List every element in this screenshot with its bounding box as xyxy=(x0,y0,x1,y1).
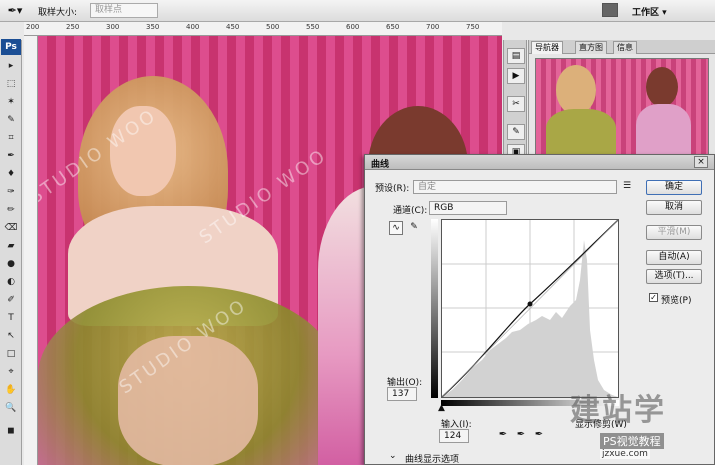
type-tool-icon[interactable]: T xyxy=(2,312,20,325)
tab-info[interactable]: 信息 xyxy=(613,41,637,54)
path-selection-icon[interactable]: ↖ xyxy=(2,330,20,343)
smooth-button[interactable]: 平滑(M) xyxy=(646,225,702,240)
dialog-titlebar[interactable]: 曲线 × xyxy=(365,155,714,170)
curves-graph[interactable] xyxy=(441,219,619,398)
cancel-button[interactable]: 取消 xyxy=(646,200,702,215)
black-point-slider-icon[interactable]: ▲ xyxy=(438,403,445,413)
preview-checkbox[interactable]: ✓ xyxy=(649,293,658,302)
dialog-title: 曲线 xyxy=(371,160,390,170)
options-button[interactable]: 选项(T)... xyxy=(646,269,702,284)
dodge-tool-icon[interactable]: ◐ xyxy=(2,276,20,289)
panel-icon-tools[interactable]: ✂ xyxy=(507,96,525,112)
curve-edit-icon[interactable]: ∿ xyxy=(389,221,403,235)
output-field[interactable]: 137 xyxy=(387,387,417,401)
navigator-tab-bar: 导航器 直方图 信息 xyxy=(529,40,715,54)
sample-size-label: 取样大小: xyxy=(38,8,78,18)
tab-navigator[interactable]: 导航器 xyxy=(531,41,563,54)
eyedropper-tool-icon[interactable]: ✒▾ xyxy=(4,3,26,19)
brand-url: jzxue.com xyxy=(600,449,650,459)
blur-tool-icon[interactable]: ● xyxy=(2,258,20,271)
panel-icon-brush[interactable]: ✎ xyxy=(507,124,525,140)
shape-tool-icon[interactable]: □ xyxy=(2,348,20,361)
move-tool-icon[interactable]: ▸ xyxy=(2,60,20,73)
black-eyedropper-icon[interactable]: ✒ xyxy=(497,429,509,441)
pen-tool-icon[interactable]: ✐ xyxy=(2,294,20,307)
panel-icon-history[interactable]: ▤ xyxy=(507,48,525,64)
ruler-tick-label: 650 xyxy=(386,23,400,31)
preset-menu-icon[interactable]: ☰ xyxy=(623,181,631,191)
gradient-tool-icon[interactable]: ▰ xyxy=(2,240,20,253)
channel-label: 通道(C): xyxy=(393,206,428,216)
ruler-tick-label: 700 xyxy=(426,23,440,31)
healing-brush-icon[interactable]: ♦ xyxy=(2,168,20,181)
ruler-tick-label: 350 xyxy=(146,23,160,31)
workspace-icon[interactable] xyxy=(602,3,618,17)
auto-button[interactable]: 自动(A) xyxy=(646,250,702,265)
curves-graph-svg xyxy=(441,219,619,398)
channel-select[interactable]: RGB xyxy=(429,201,507,215)
output-gradient-bar xyxy=(431,219,438,398)
ok-button[interactable]: 确定 xyxy=(646,180,702,195)
ruler-tick-label: 600 xyxy=(346,23,360,31)
close-icon[interactable]: × xyxy=(694,156,708,168)
photoshop-logo: Ps xyxy=(1,39,21,55)
tools-panel: Ps ▸ ⬚ ✶ ✎ ⌗ ✒ ♦ ✑ ✏ ⌫ ▰ ● ◐ ✐ T ↖ □ ⌖ ✋… xyxy=(0,39,22,465)
brand-watermark: 建站学 PS视觉教程 jzxue.com xyxy=(570,385,715,465)
thumb-skirt-right xyxy=(636,104,691,155)
eraser-tool-icon[interactable]: ⌫ xyxy=(2,222,20,235)
eyedropper-icon[interactable]: ✒ xyxy=(2,150,20,163)
workspace-menu[interactable]: 工作区 ▾ xyxy=(632,5,667,18)
ruler-tick-label: 750 xyxy=(466,23,480,31)
3d-tool-icon[interactable]: ⌖ xyxy=(2,366,20,379)
pencil-icon[interactable]: ✎ xyxy=(407,221,421,235)
ruler-tick-label: 200 xyxy=(26,23,40,31)
ruler-tick-label: 450 xyxy=(226,23,240,31)
thumb-subject-right xyxy=(646,67,678,107)
preset-label: 预设(R): xyxy=(375,184,410,194)
magic-wand-tool-icon[interactable]: ✎ xyxy=(2,114,20,127)
thumb-subject-left xyxy=(556,65,596,115)
expand-chevron-icon[interactable]: ⌄ xyxy=(389,451,397,461)
panel-icon-actions[interactable]: ▶ xyxy=(507,68,525,84)
options-bar: ✒▾ 取样大小: 取样点 工作区 ▾ xyxy=(0,0,715,22)
gray-eyedropper-icon[interactable]: ✒ xyxy=(515,429,527,441)
navigator-panel: 导航器 直方图 信息 xyxy=(528,40,715,160)
marquee-tool-icon[interactable]: ⬚ xyxy=(2,78,20,91)
brand-logo-text: 建站学 xyxy=(570,393,666,428)
preview-label: 预览(P) xyxy=(661,296,692,306)
curve-display-options-label[interactable]: 曲线显示选项 xyxy=(405,452,459,465)
crop-tool-icon[interactable]: ⌗ xyxy=(2,132,20,145)
horizontal-ruler: 200 250 300 350 400 450 500 550 600 650 … xyxy=(24,22,502,36)
brush-tool-icon[interactable]: ✑ xyxy=(2,186,20,199)
hand-tool-icon[interactable]: ✋ xyxy=(2,384,20,397)
clone-stamp-icon[interactable]: ✏ xyxy=(2,204,20,217)
brand-tagline: PS视觉教程 xyxy=(600,433,664,449)
curve-control-point[interactable] xyxy=(527,301,533,307)
ruler-tick-label: 300 xyxy=(106,23,120,31)
preset-select[interactable]: 自定 xyxy=(413,180,617,194)
navigator-thumbnail[interactable] xyxy=(535,58,709,156)
ruler-tick-label: 250 xyxy=(66,23,80,31)
zoom-tool-icon[interactable]: 🔍 xyxy=(2,402,20,415)
ruler-tick-label: 550 xyxy=(306,23,320,31)
vertical-ruler xyxy=(24,36,38,465)
color-swatch-icon[interactable]: ◼ xyxy=(2,425,20,438)
ruler-tick-label: 400 xyxy=(186,23,200,31)
thumb-skirt-left xyxy=(546,109,616,155)
tab-histogram[interactable]: 直方图 xyxy=(575,41,607,54)
sample-size-select[interactable]: 取样点 xyxy=(90,3,158,18)
input-field[interactable]: 124 xyxy=(439,429,469,443)
lasso-tool-icon[interactable]: ✶ xyxy=(2,96,20,109)
white-eyedropper-icon[interactable]: ✒ xyxy=(533,429,545,441)
ruler-tick-label: 500 xyxy=(266,23,280,31)
